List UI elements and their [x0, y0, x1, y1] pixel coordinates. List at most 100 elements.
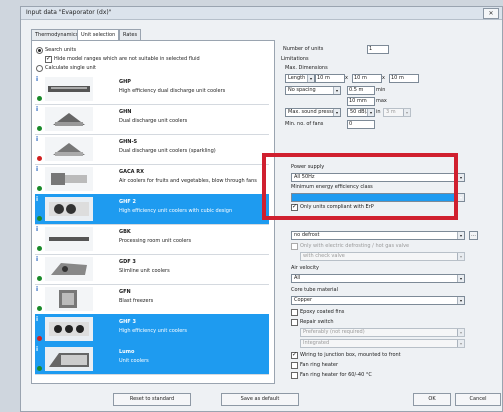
repair-type-dropdown[interactable]: Integrated ▾	[300, 339, 465, 348]
unit-name: GHF 3	[119, 319, 136, 325]
repair-option-dropdown[interactable]: Preferably (not required) ▾	[300, 328, 465, 337]
sound-distance-dropdown[interactable]: 3 m ▾	[383, 108, 411, 117]
unit-row-ghf-2[interactable]: i GHF 2 High efficiency unit coolers wit…	[35, 194, 269, 225]
spacing-dropdown[interactable]: No spacing ▾	[285, 86, 341, 95]
spacing-unit: min	[376, 87, 386, 93]
epoxy-checkbox[interactable]	[291, 309, 298, 316]
min-fans-input[interactable]: 0	[347, 120, 375, 129]
unit-row-ghf-3[interactable]: i GHF 3 High efficiency unit coolers	[35, 314, 269, 345]
unit-row-lumo[interactable]: i Lumo Unit coolers	[35, 344, 269, 375]
length-dropdown[interactable]: Length ▾	[285, 74, 315, 83]
unit-image	[45, 107, 93, 131]
calculate-single-radio[interactable]	[36, 65, 43, 72]
repair-option-value: Preferably (not required)	[303, 329, 365, 335]
unit-row-gaca-rx[interactable]: i GACA RX Air coolers for fruits and veg…	[35, 164, 269, 195]
unit-row-gfn[interactable]: i GFN Blast freezers	[35, 284, 269, 315]
title-bar: Input data "Evaporator (dx)" ✕	[21, 7, 502, 20]
wiring-checkbox[interactable]	[291, 351, 298, 359]
dropdown-arrow-icon: ▾	[333, 109, 340, 116]
unit-row-ghn[interactable]: i GHN Dual discharge unit coolers	[35, 104, 269, 135]
max-input[interactable]: 10 mm	[347, 97, 375, 106]
times-sign: x	[345, 75, 348, 81]
unit-name: GBK	[119, 229, 131, 235]
sound-db-dropdown[interactable]: 50 dB(A) ▾	[347, 108, 375, 117]
info-icon[interactable]: i	[36, 136, 38, 143]
sound-pressure-dropdown[interactable]: Max. sound pressure ▾	[285, 108, 341, 117]
unit-name: GHF 2	[119, 199, 136, 205]
height-input[interactable]: 10 m	[389, 74, 419, 83]
unit-image	[45, 257, 93, 281]
dropdown-arrow-icon: ▾	[403, 109, 410, 116]
width-input[interactable]: 10 m	[352, 74, 382, 83]
search-units-radio[interactable]	[36, 47, 43, 54]
fan-ring-checkbox[interactable]	[291, 362, 298, 369]
fan-ring-40-checkbox[interactable]	[291, 372, 298, 379]
unit-selection-panel: Search units Hide model ranges which are…	[31, 40, 275, 384]
info-icon[interactable]: i	[36, 166, 38, 173]
unit-description: Blast freezers	[119, 298, 154, 304]
unit-description: Dual discharge unit coolers	[119, 118, 188, 124]
length-input[interactable]: 10 m	[315, 74, 345, 83]
fan-ring-40-label: Fan ring heater for 60/-40 °C	[300, 372, 372, 378]
core-tube-dropdown[interactable]: Copper ▾	[291, 296, 465, 305]
unit-name: GFN	[119, 289, 131, 295]
info-icon[interactable]: i	[36, 286, 38, 293]
info-icon[interactable]: i	[36, 256, 38, 263]
unit-name: GHP	[119, 79, 131, 85]
info-icon[interactable]: i	[36, 196, 38, 203]
search-units-label: Search units	[45, 47, 77, 53]
info-icon[interactable]: i	[36, 316, 38, 323]
defrost-value: no defrost	[294, 232, 320, 238]
defrost-valve-checkbox[interactable]	[291, 243, 298, 250]
length-label: Length	[288, 75, 306, 81]
spacing-input[interactable]: 0.5 m	[347, 86, 375, 95]
tab-rates[interactable]: Rates	[119, 29, 142, 40]
tab-thermodynamics[interactable]: Thermodynamics	[31, 29, 83, 40]
unit-name: Lumo	[119, 349, 135, 355]
unit-description: High efficiency unit coolers with cubic …	[119, 208, 233, 214]
min-fans-label: Min. no. of fans	[285, 121, 324, 127]
repair-switch-checkbox[interactable]	[291, 319, 298, 326]
reset-to-standard-button[interactable]: Reset to standard	[113, 393, 191, 406]
unit-image	[45, 137, 93, 161]
defrost-dropdown[interactable]: no defrost ▾	[291, 231, 465, 240]
dropdown-arrow-icon: ▾	[457, 297, 464, 304]
defrost-valve-dropdown[interactable]: with check valve ▾	[300, 252, 465, 261]
unit-row-gdf-3[interactable]: i GDF 3 Slimline unit coolers	[35, 254, 269, 285]
status-dot-icon	[37, 336, 42, 341]
unit-row-gbk[interactable]: i GBK Processing room unit coolers	[35, 224, 269, 255]
info-icon[interactable]: i	[36, 106, 38, 113]
hide-models-checkbox[interactable]	[45, 55, 52, 63]
unit-image	[45, 317, 93, 341]
status-dot-icon	[37, 276, 42, 281]
ellipsis-icon[interactable]: …	[469, 231, 478, 240]
hide-models-label: Hide model ranges which are not suitable…	[54, 56, 200, 62]
cancel-button[interactable]: Cancel	[455, 393, 501, 406]
wiring-label: Wiring to junction box, mounted to front	[300, 352, 401, 358]
info-icon[interactable]: i	[36, 76, 38, 83]
ok-button[interactable]: OK	[413, 393, 451, 406]
highlight-box	[262, 153, 458, 220]
unit-description: High efficiency unit coolers	[119, 328, 187, 334]
dropdown-arrow-icon: ▾	[307, 75, 314, 82]
unit-description: Unit coolers	[119, 358, 149, 364]
unit-row-ghn-s[interactable]: i GHN-S Dual discharge unit coolers (spa…	[35, 134, 269, 165]
core-tube-value: Copper	[294, 297, 313, 303]
save-as-default-button[interactable]: Save as default	[221, 393, 299, 406]
dropdown-arrow-icon: ▾	[457, 194, 464, 201]
air-velocity-dropdown[interactable]: All ▾	[291, 274, 465, 283]
close-icon[interactable]: ✕	[483, 8, 499, 19]
unit-image	[45, 197, 93, 221]
repair-switch-label: Repair switch	[300, 319, 334, 325]
defrost-valve-label: Only with electric defrosting / hot gas …	[300, 243, 410, 249]
sound-distance: 3 m	[386, 109, 396, 115]
unit-name: GHN	[119, 109, 132, 115]
times-sign: x	[382, 75, 385, 81]
number-of-units-label: Number of units	[283, 46, 324, 52]
defrost-valve-value: with check valve	[303, 253, 345, 259]
number-of-units-input[interactable]: 1	[367, 45, 389, 54]
unit-row-ghp[interactable]: i GHP High efficiency dual discharge uni…	[35, 74, 269, 105]
info-icon[interactable]: i	[36, 346, 38, 353]
unit-image	[45, 167, 93, 191]
info-icon[interactable]: i	[36, 226, 38, 233]
